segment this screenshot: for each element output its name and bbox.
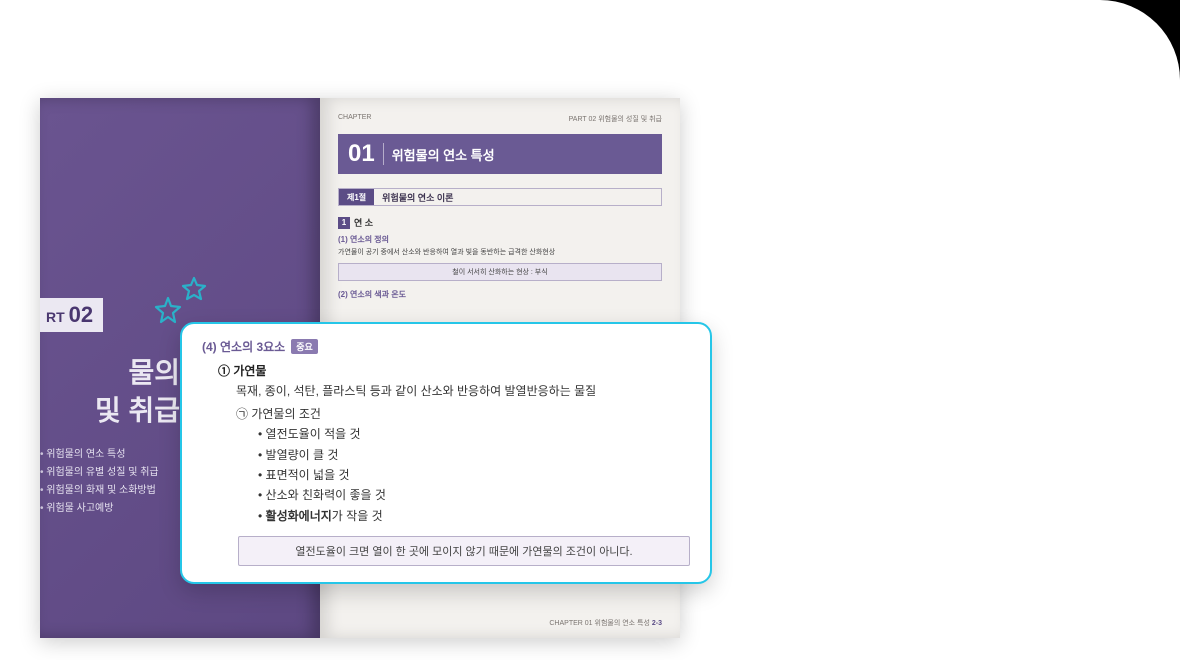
body-text: 가연물이 공기 중에서 산소와 반응하여 열과 빛을 동반하는 급격한 산화현상: [338, 248, 662, 258]
list-item: 위험물 사고예방: [40, 500, 159, 518]
page-top-bar: CHAPTER PART 02 위험물의 성질 및 취급: [320, 98, 680, 124]
footer-text: CHAPTER 01 위험물의 연소 특성: [549, 620, 650, 627]
list-item: 표면적이 넓을 것: [258, 465, 690, 485]
item-subheading: ㉠ 가연물의 조건: [218, 404, 690, 424]
part-number: 02: [69, 302, 93, 328]
list-item: 산소와 친화력이 좋을 것: [258, 485, 690, 505]
bullet-suffix: 가 작을 것: [332, 509, 383, 523]
chapter-tag: CHAPTER: [338, 114, 371, 124]
block-number-icon: 1: [338, 217, 350, 229]
part-title-line1: 물의: [128, 357, 180, 388]
chapter-number: 01: [348, 142, 375, 166]
page-body: 1 연 소 (1) 연소의 정의 가연물이 공기 중에서 산소와 반응하여 열과…: [338, 216, 662, 300]
section-row: 제1절 위험물의 연소 이론: [338, 188, 662, 206]
part-label: RT: [46, 309, 65, 325]
list-item: 열전도율이 적을 것: [258, 424, 690, 444]
list-item: 위험물의 연소 특성: [40, 446, 159, 464]
callout-title: (4) 연소의 3요소: [202, 338, 285, 355]
item-description: 목재, 종이, 석탄, 플라스틱 등과 같이 산소와 반응하여 발열반응하는 물…: [218, 381, 690, 401]
bullet-list: 열전도율이 적을 것 발열량이 클 것 표면적이 넓을 것 산소와 친화력이 좋…: [218, 424, 690, 526]
list-item: 위험물의 화재 및 소화방법: [40, 482, 159, 500]
callout-popup: (4) 연소의 3요소 중요 ① 가연물 목재, 종이, 석탄, 플라스틱 등과…: [180, 322, 712, 584]
page-footer: CHAPTER 01 위험물의 연소 특성 2-3: [549, 618, 662, 628]
list-item: 활성화에너지가 작을 것: [258, 506, 690, 526]
chapter-header: 01 위험물의 연소 특성: [338, 134, 662, 174]
part-title-line2: 및 취급: [95, 395, 180, 426]
subheading: (1) 연소의 정의: [338, 234, 662, 245]
white-panel: RT 02 물의 및 취급 위험물의 연소 특성 위험물의 유별 성질 및 취급: [0, 0, 1180, 660]
subheading: (2) 연소의 색과 온도: [338, 289, 662, 300]
list-item: 발열량이 클 것: [258, 445, 690, 465]
page-number: 2-3: [652, 620, 662, 627]
callout-body: ① 가연물 목재, 종이, 석탄, 플라스틱 등과 같이 산소와 반응하여 발열…: [202, 361, 690, 526]
part-title: 물의 및 취급: [40, 354, 180, 430]
item-heading: ① 가연물: [218, 361, 690, 381]
callout-title-row: (4) 연소의 3요소 중요: [202, 338, 690, 355]
chapter-list: 위험물의 연소 특성 위험물의 유별 성질 및 취급 위험물의 화재 및 소화방…: [40, 446, 159, 518]
block-head: 1 연 소: [338, 216, 662, 229]
chapter-title: 위험물의 연소 특성: [392, 145, 495, 164]
callout-note-box: 열전도율이 크면 열이 한 곳에 모이지 않기 때문에 가연물의 조건이 아니다…: [238, 536, 690, 566]
part-badge: RT 02: [40, 298, 103, 332]
importance-badge: 중요: [291, 339, 318, 354]
section-tab: 제1절: [339, 189, 374, 205]
note-box: 철이 서서히 산화하는 현상 : 부식: [338, 263, 662, 281]
block-label: 연 소: [354, 216, 373, 229]
divider: [383, 143, 384, 165]
section-title: 위험물의 연소 이론: [374, 189, 461, 205]
bold-term: 활성화에너지: [266, 509, 332, 523]
part-caption: PART 02 위험물의 성질 및 취급: [569, 114, 662, 124]
list-item: 위험물의 유별 성질 및 취급: [40, 464, 159, 482]
